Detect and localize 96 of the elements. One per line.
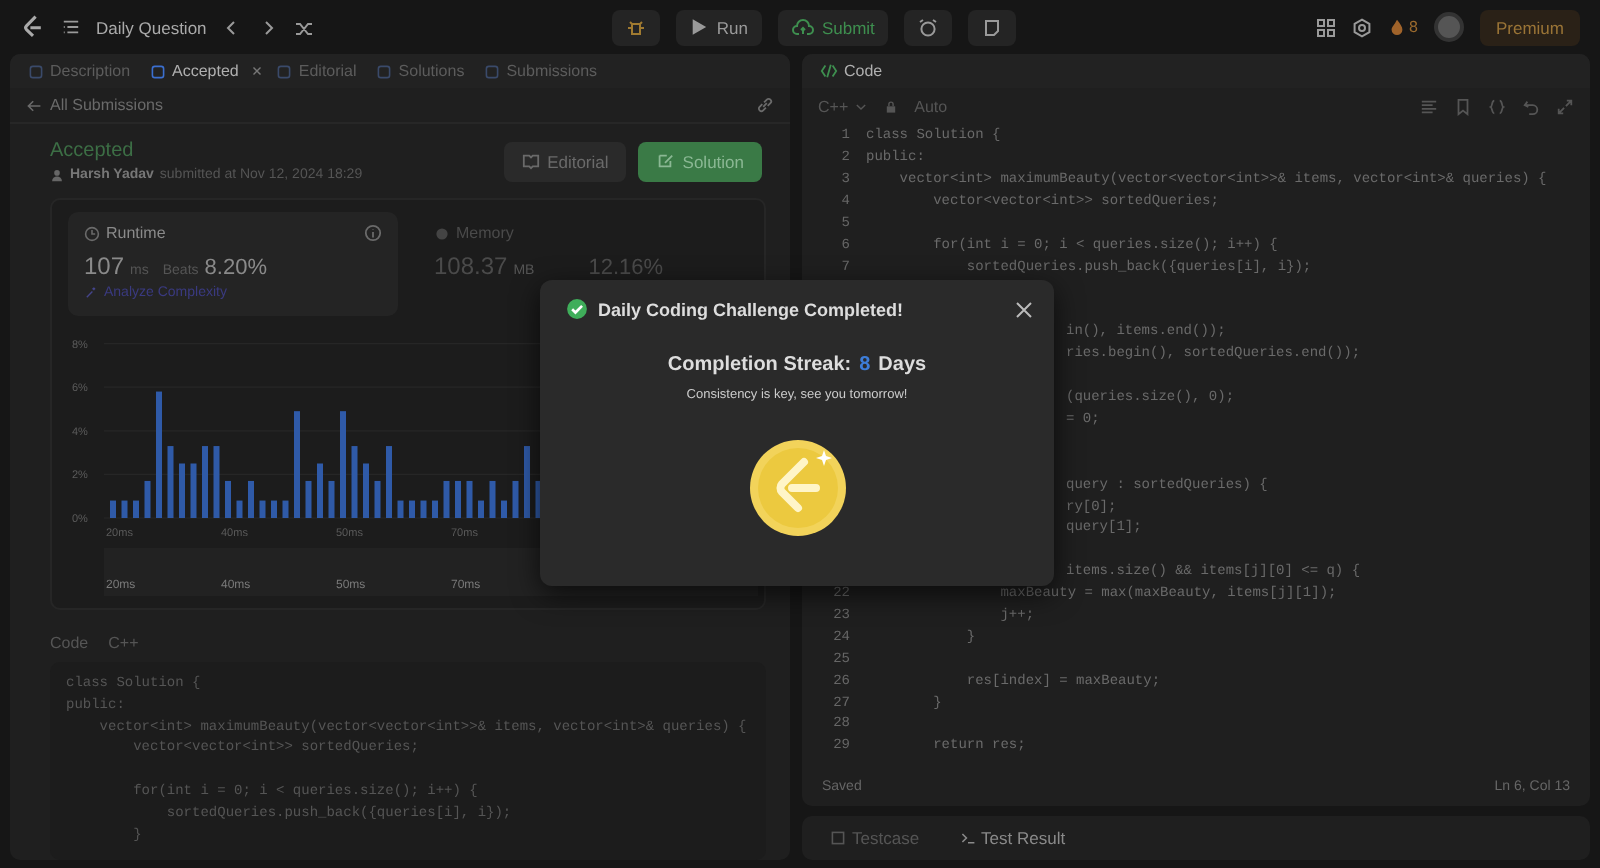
- histogram-bar[interactable]: [271, 500, 277, 518]
- histogram-bar[interactable]: [397, 500, 404, 518]
- tab-icon: [276, 63, 293, 79]
- chevron-down-icon: [854, 100, 869, 114]
- close-icon: [1014, 299, 1034, 319]
- histogram-bar[interactable]: [432, 500, 438, 518]
- note-icon: [982, 17, 1003, 37]
- lock-icon: [884, 100, 899, 114]
- runtime-percentile: 8.20%: [204, 256, 267, 280]
- histogram-bar[interactable]: [489, 480, 496, 518]
- submit-button[interactable]: Submit: [777, 9, 889, 45]
- tab-icon: [150, 63, 167, 79]
- histogram-bar[interactable]: [121, 500, 128, 518]
- bookmark-icon[interactable]: [1454, 98, 1472, 116]
- bug-icon: [626, 17, 647, 37]
- format-icon[interactable]: [1420, 98, 1438, 116]
- premium-button[interactable]: Premium: [1479, 9, 1580, 45]
- run-button[interactable]: Run: [676, 9, 762, 45]
- alarm-icon: [918, 17, 939, 37]
- settings-icon[interactable]: [1351, 17, 1372, 37]
- histogram-bar[interactable]: [478, 500, 484, 518]
- play-icon: [690, 18, 709, 36]
- coin-icon: [747, 438, 847, 538]
- code-tab[interactable]: Code: [812, 62, 891, 80]
- streak-count: 8: [1409, 18, 1418, 36]
- link-icon[interactable]: [756, 96, 774, 114]
- tab-icon: [484, 63, 501, 79]
- notes-button[interactable]: [968, 9, 1017, 45]
- console-tab[interactable]: Test Result: [947, 826, 1078, 850]
- histogram-bar[interactable]: [110, 500, 116, 518]
- histogram-bar[interactable]: [190, 463, 197, 518]
- runtime-label: Runtime: [106, 224, 166, 242]
- histogram-bar[interactable]: [225, 480, 231, 518]
- close-button[interactable]: [1014, 299, 1034, 319]
- histogram-bar[interactable]: [167, 446, 174, 518]
- all-submissions-link[interactable]: All Submissions: [50, 96, 163, 114]
- histogram-bar[interactable]: [512, 480, 519, 518]
- list-icon[interactable]: [62, 18, 80, 36]
- timer-button[interactable]: [904, 9, 953, 45]
- histogram-bar[interactable]: [213, 446, 220, 518]
- histogram-bar[interactable]: [420, 500, 427, 518]
- problem-title[interactable]: Daily Question: [96, 17, 207, 37]
- sparkle-icon: [84, 286, 98, 300]
- histogram-bar[interactable]: [133, 500, 139, 518]
- edit-icon: [656, 152, 675, 170]
- close-icon[interactable]: [250, 64, 265, 78]
- histogram-bar[interactable]: [248, 480, 254, 518]
- terminal-icon: [959, 830, 976, 846]
- tab-icon: [28, 63, 44, 79]
- histogram-bar[interactable]: [466, 480, 473, 518]
- panel-tab[interactable]: Solutions: [368, 62, 473, 80]
- avatar[interactable]: [1433, 12, 1464, 42]
- status-text: Accepted: [50, 140, 136, 162]
- debug-button[interactable]: [612, 9, 661, 45]
- panel-tab[interactable]: Editorial: [268, 62, 365, 80]
- histogram-bar[interactable]: [259, 500, 266, 518]
- tab-icon: [376, 63, 393, 79]
- dialog-title: Daily Coding Challenge Completed!: [598, 299, 906, 319]
- runtime-value: 107: [84, 252, 125, 280]
- histogram-bar[interactable]: [351, 446, 358, 518]
- streak-counter[interactable]: 8: [1387, 18, 1418, 36]
- solution-button[interactable]: Solution: [638, 141, 762, 181]
- histogram-bar[interactable]: [374, 480, 381, 518]
- cloud-upload-icon: [791, 17, 814, 37]
- user-avatar-icon: [50, 168, 64, 182]
- braces-icon[interactable]: [1488, 98, 1506, 116]
- memory-icon: [434, 225, 450, 241]
- back-arrow-icon[interactable]: [26, 97, 42, 113]
- book-icon: [521, 152, 540, 170]
- expand-icon[interactable]: [1556, 98, 1574, 116]
- histogram-bar[interactable]: [328, 480, 335, 518]
- histogram-bar[interactable]: [236, 500, 243, 518]
- code-icon: [820, 62, 838, 80]
- panel-tab[interactable]: Description: [20, 62, 139, 80]
- clock-icon: [84, 225, 100, 241]
- histogram-bar[interactable]: [144, 480, 151, 518]
- histogram-bar[interactable]: [305, 480, 312, 518]
- layout-icon[interactable]: [1315, 17, 1336, 37]
- editorial-button[interactable]: Editorial: [503, 141, 627, 181]
- info-icon[interactable]: [364, 224, 382, 242]
- checkbox-icon: [830, 830, 846, 846]
- panel-tab[interactable]: Submissions: [476, 62, 606, 80]
- histogram-bar[interactable]: [455, 480, 461, 518]
- streak-value: 8: [859, 354, 871, 376]
- streak-unit: Days: [878, 354, 927, 376]
- histogram-bar[interactable]: [282, 500, 289, 518]
- histogram-bar[interactable]: [443, 480, 450, 518]
- flame-icon: [1387, 18, 1406, 36]
- histogram-bar[interactable]: [409, 500, 415, 518]
- streak-label: Completion Streak:: [667, 354, 852, 376]
- shuffle-icon[interactable]: [294, 17, 315, 37]
- logo-icon[interactable]: [20, 14, 46, 40]
- undo-icon[interactable]: [1522, 98, 1540, 116]
- panel-tab[interactable]: Accepted: [142, 62, 247, 80]
- check-circle-icon: [566, 298, 588, 320]
- histogram-bar[interactable]: [501, 500, 507, 518]
